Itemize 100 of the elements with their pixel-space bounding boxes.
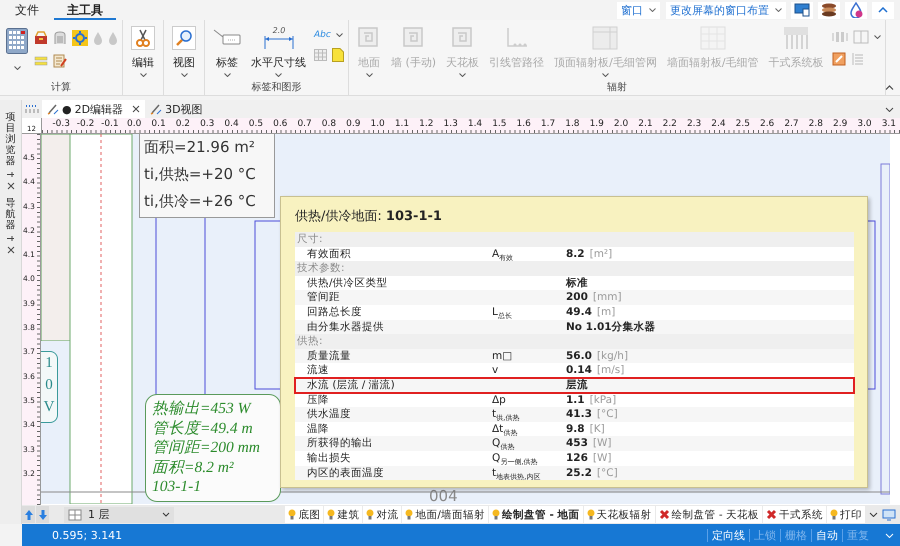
- pin-icon[interactable]: [6, 170, 15, 179]
- ruler-label: 3.1: [880, 118, 898, 131]
- section-heading: 供热:: [295, 334, 854, 349]
- bulb-icon: [492, 509, 500, 520]
- form-icon[interactable]: [53, 54, 67, 68]
- property-value: 126: [566, 452, 588, 464]
- status-toggle[interactable]: 定向线: [707, 528, 749, 542]
- close-icon[interactable]: [132, 105, 140, 113]
- property-unit: [kPa]: [590, 394, 616, 406]
- property-symbol: m□: [492, 350, 512, 362]
- layer-tab[interactable]: 干式系统: [763, 506, 826, 523]
- chevron-icon[interactable]: [885, 106, 894, 112]
- layer-tab[interactable]: 底图: [285, 506, 324, 523]
- layout-dropdown[interactable]: 更改屏幕的窗口布置: [666, 2, 786, 18]
- chevron-icon[interactable]: [869, 512, 878, 517]
- drop-button[interactable]: [845, 2, 867, 18]
- cross-icon: [658, 509, 670, 520]
- property-symbol: A$_{有效}$: [492, 248, 514, 260]
- document-tab[interactable]: 3D视图: [145, 100, 208, 118]
- ribbon-button[interactable]: 视图: [168, 24, 200, 77]
- property-value: 8.2: [566, 248, 585, 260]
- property-symbol: Q$_{另一侧,供热}$: [492, 452, 538, 464]
- document-tab[interactable]: ● 2D编辑器: [42, 100, 146, 118]
- ruler-label: 2.6: [758, 118, 776, 131]
- caret-icon[interactable]: [336, 33, 343, 37]
- property-unit: [W]: [592, 437, 612, 450]
- stack-icon: [821, 3, 837, 17]
- collapse-icon: [878, 7, 888, 13]
- ruler-label: 2.7: [783, 118, 800, 131]
- collapse-button[interactable]: [872, 2, 894, 18]
- bulb-icon: [327, 509, 336, 520]
- ribbon-button[interactable]: 2.0 水平尺寸线: [247, 24, 310, 77]
- property-symbol: v: [492, 364, 498, 376]
- floor-dropdown[interactable]: 1 层: [64, 506, 174, 522]
- status-toggle[interactable]: 自动: [811, 528, 842, 542]
- pin-icon[interactable]: [6, 234, 15, 243]
- property-symbol: t$_{地表供热,内区}$: [492, 466, 540, 478]
- property-label: 有效面积: [306, 246, 352, 262]
- caret-icon[interactable]: [14, 66, 20, 70]
- layer-tab[interactable]: 建筑: [324, 506, 362, 523]
- ruler-label: 2.2: [662, 118, 678, 131]
- section-heading: 技术参数:: [295, 261, 854, 276]
- layer-tab[interactable]: 对流: [363, 506, 402, 523]
- drawing-canvas[interactable]: [41, 134, 900, 505]
- property-unit: [K]: [590, 422, 605, 435]
- layer-tab[interactable]: 打印: [827, 506, 865, 523]
- gear-icon[interactable]: [72, 30, 88, 46]
- ruler-label: 2.1: [637, 118, 654, 131]
- layer-tab[interactable]: 绘制盘管 - 天花板: [656, 506, 762, 523]
- calculator-button[interactable]: [6, 28, 28, 54]
- property-label: 由分集水器提供: [306, 320, 385, 334]
- window-dropdown[interactable]: 窗口: [617, 2, 660, 18]
- down-button[interactable]: [36, 506, 49, 523]
- ruler-label: 3.0: [856, 118, 873, 131]
- property-symbol: L$_{总长}$: [492, 306, 512, 318]
- property-label: 流速: [306, 363, 330, 378]
- close-icon[interactable]: [6, 246, 14, 254]
- route-icon: [504, 26, 529, 50]
- scissors-icon: [131, 26, 155, 50]
- circuit-label: 热输出=453 W 管长度=49.4 m 管间距=200 mm 面积=8.2 m² 103-1-1: [145, 394, 281, 502]
- ruler-icon[interactable]: [25, 104, 39, 114]
- toolbox-icon[interactable]: [34, 31, 48, 45]
- bulb-icon: [405, 509, 414, 520]
- radiator-icon[interactable]: [53, 31, 67, 45]
- ruler-label: 1.5: [491, 118, 508, 131]
- collapse-icon[interactable]: [885, 85, 894, 90]
- property-symbol: Δp: [492, 394, 506, 406]
- layer-tab[interactable]: 地面/墙面辐射: [402, 506, 488, 523]
- ruler-label: 1.7: [540, 118, 556, 131]
- ruler-label: 1.3: [442, 118, 459, 131]
- menu-tab[interactable]: 文件: [2, 0, 52, 20]
- up-button[interactable]: [22, 506, 35, 523]
- ribbon-button[interactable]: 标签: [209, 24, 245, 77]
- bulb-icon: [586, 509, 595, 520]
- property-label: 输出损失: [306, 450, 352, 466]
- layer-tab[interactable]: 绘制盘管 - 地面: [488, 506, 583, 523]
- layer-tab[interactable]: 天花板辐射: [584, 506, 655, 523]
- ruler-label: 0.8: [320, 118, 338, 131]
- ruler-label: 0.4: [223, 118, 240, 131]
- monitor-icon: [794, 3, 810, 17]
- property-value: 25.2: [566, 466, 592, 478]
- monitor-button[interactable]: [791, 2, 813, 18]
- ruler-label: 2.4: [710, 118, 727, 131]
- panel-tab[interactable]: 导航器: [6, 198, 16, 231]
- room-label: 面积=21.96 m² ti,供热=+20 °C ti,供冷=+26 °C: [139, 134, 275, 218]
- ribbon-button[interactable]: 编辑: [127, 24, 159, 77]
- property-label: 供热/供冷区类型: [306, 276, 389, 290]
- floor-icon: [68, 508, 82, 520]
- property-label: 内区的表面温度: [306, 466, 385, 480]
- property-unit: [kg/h]: [596, 350, 628, 362]
- monitor-icon[interactable]: [882, 508, 896, 520]
- property-unit: [m²]: [590, 248, 612, 260]
- panel-tab[interactable]: 项目浏览器: [6, 112, 16, 167]
- close-icon[interactable]: [6, 182, 14, 190]
- property-value: 200: [566, 291, 588, 304]
- caret-icon: [162, 512, 170, 517]
- stack-button[interactable]: [818, 2, 840, 18]
- ruler-label: 1.8: [564, 118, 581, 131]
- property-value: 41.3: [566, 408, 592, 420]
- property-label: 水流 (层流 / 湍流): [306, 378, 396, 393]
